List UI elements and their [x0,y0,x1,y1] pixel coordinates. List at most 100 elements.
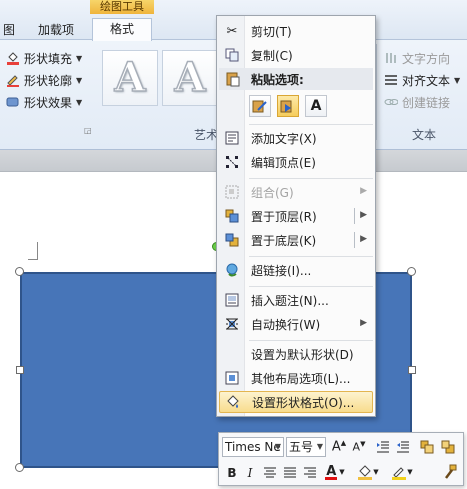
margin-corner-mark [28,242,38,260]
bold-button[interactable]: B [223,464,241,482]
send-to-back-icon [219,229,245,251]
text-direction-button[interactable]: 文字方向 [384,48,450,68]
menu-item-copy[interactable]: 复制(C) [219,44,373,66]
send-backward-button[interactable] [439,438,457,456]
shape-fill-button[interactable]: 形状填充 ▼ [6,48,82,68]
submenu-arrow-icon: ▶ [360,318,367,328]
menu-item-format-shape[interactable]: 设置形状格式(O)... [219,391,373,413]
menu-item-bring-to-front[interactable]: 置于顶层(R) ▶ [219,205,373,227]
resize-handle-bottom-left[interactable] [15,463,24,472]
text-group-label: 文本 [412,128,437,142]
align-left-button[interactable] [281,464,299,482]
paint-bucket-icon [358,465,373,480]
highlight-button[interactable]: ▼ [389,463,415,481]
font-size-combo[interactable]: 五号 ▼ [286,437,326,457]
tab-format[interactable]: 格式 [92,18,152,41]
bold-icon: B [227,466,237,480]
paste-keep-text-only-button[interactable]: A [305,95,327,117]
shape-outline-button[interactable]: 形状轮廓 ▼ [6,70,82,90]
increase-indent-icon [397,441,409,453]
submenu-arrow-icon: ▶ [360,186,367,196]
menu-item-label: 插入题注(N)... [251,293,329,308]
chevron-down-icon: ▼ [316,442,323,451]
paste-keep-source-button[interactable] [277,95,299,117]
menu-item-set-as-default-shape[interactable]: 设置为默认形状(D) [219,343,373,365]
menu-item-more-layout-options[interactable]: 其他布局选项(L)... [219,367,373,389]
wordart-style-2[interactable]: A [162,50,218,106]
menu-item-insert-caption[interactable]: 插入题注(N)... [219,289,373,311]
text-box-icon [219,127,245,149]
resize-handle-top-right[interactable] [407,267,416,276]
format-shape-icon [220,391,246,413]
copy-icon [219,44,245,66]
chevron-down-icon: ▼ [373,468,379,476]
shading-button[interactable]: ▼ [355,463,381,481]
chevron-down-icon: ▼ [76,97,83,107]
shrink-font-icon: A▼ [352,440,366,454]
text-direction-label: 文字方向 [402,51,451,66]
menu-separator [249,178,373,179]
menu-item-edit-points[interactable]: 编辑顶点(E) [219,151,373,173]
menu-item-send-to-back[interactable]: 置于底层(K) ▶ [219,229,373,251]
align-text-icon [384,73,398,87]
group-divider [376,44,377,140]
bring-forward-icon [420,440,434,454]
font-name-combo[interactable]: Times Ne ▼ [222,437,284,457]
edit-points-icon [219,151,245,173]
drawing-tools-context-header: 绘图工具 [90,0,154,14]
shape-effects-label: 形状效果 [24,95,73,110]
menu-separator [249,124,373,125]
menu-item-group[interactable]: 组合(G) ▶ [219,181,373,203]
shape-fill-label: 形状填充 [24,51,73,66]
dialog-launcher-icon[interactable]: ◲ [84,126,92,135]
menu-item-wrap-text[interactable]: 自动换行(W) ▶ [219,313,373,335]
menu-separator [249,256,373,257]
art-group-label: 艺术 [194,128,219,142]
create-link-button[interactable]: 创建链接 [384,92,450,112]
align-right-button[interactable] [301,464,319,482]
bring-forward-button[interactable] [418,438,436,456]
align-text-label: 对齐文本 [402,73,451,88]
format-painter-button[interactable] [441,463,459,481]
decrease-indent-icon [377,441,389,453]
decrease-indent-button[interactable] [374,438,392,456]
align-center-button[interactable] [261,464,279,482]
menu-item-label: 设置为默认形状(D) [251,347,354,362]
resize-handle-right[interactable] [408,366,416,374]
menu-item-label: 自动换行(W) [251,317,321,332]
font-color-button[interactable]: A ▼ [323,463,347,481]
shrink-font-button[interactable]: A▼ [350,438,368,456]
submenu-arrow-icon[interactable]: ▶ [360,234,367,244]
resize-handle-left[interactable] [16,366,24,374]
resize-handle-top-left[interactable] [15,267,24,276]
paste-keep-source-icon [280,100,292,113]
submenu-arrow-icon[interactable]: ▶ [360,210,367,220]
menu-item-label: 置于顶层(R) [251,209,317,224]
bring-to-front-icon [219,205,245,227]
menu-item-label: 设置形状格式(O)... [252,395,355,410]
grow-font-button[interactable]: A▲ [330,438,348,456]
menu-item-label: 置于底层(K) [251,233,317,248]
shape-effects-button[interactable]: 形状效果 ▼ [6,92,82,112]
shape-styles-group: 形状填充 ▼ 形状轮廓 ▼ 形状效果 ▼ [0,40,96,140]
menu-item-label: 超链接(I)... [251,263,312,278]
chevron-down-icon: ▼ [274,442,281,451]
menu-item-label: 添加文字(X) [251,131,317,146]
tab-partial[interactable]: 图 [0,22,18,40]
wordart-style-1[interactable]: A [102,50,158,106]
align-text-button[interactable]: 对齐文本 ▼ [384,70,460,90]
group-icon [219,181,245,203]
italic-button[interactable]: I [241,464,259,482]
menu-item-hyperlink[interactable]: 超链接(I)... [219,259,373,281]
paste-keep-text-only-icon: A [310,98,322,114]
menu-separator [249,340,373,341]
menu-item-add-text[interactable]: 添加文字(X) [219,127,373,149]
menu-item-cut[interactable]: ✂ 剪切(T) [219,20,373,42]
menu-item-label: 编辑顶点(E) [251,155,316,170]
paste-use-destination-theme-button[interactable] [249,95,271,117]
font-name-value: Times Ne [225,440,281,454]
chevron-down-icon: ▼ [407,468,413,476]
increase-indent-button[interactable] [394,438,412,456]
tab-addins[interactable]: 加载项 [28,22,84,40]
send-backward-icon [441,440,455,454]
